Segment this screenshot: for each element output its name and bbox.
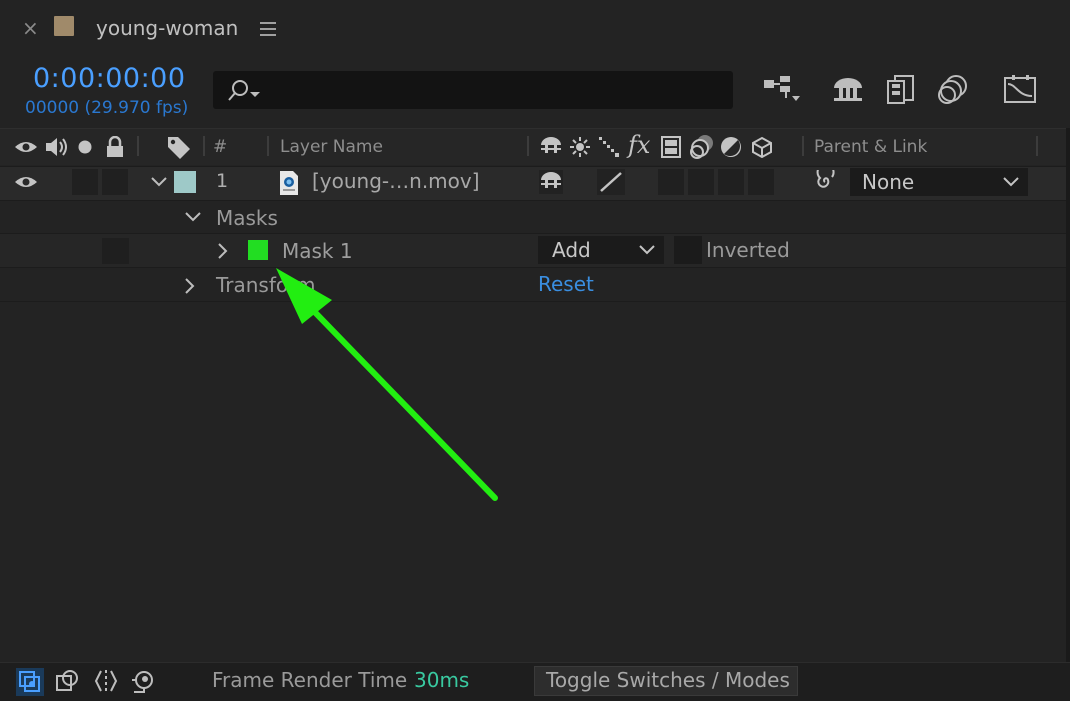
column-separator[interactable] — [1036, 136, 1038, 156]
column-separator[interactable] — [203, 136, 205, 156]
masks-group-label[interactable]: Masks — [216, 206, 278, 230]
header-number[interactable]: # — [213, 137, 227, 157]
chevron-right-icon[interactable] — [184, 277, 196, 295]
toggle-switches-modes-label: Toggle Switches / Modes — [546, 668, 790, 692]
inverted-label: Inverted — [706, 238, 790, 262]
layer-frame-blend-switch[interactable] — [688, 169, 714, 195]
layer-number: 1 — [216, 170, 229, 192]
panel-right-edge — [1066, 128, 1070, 662]
layer-fx-switch[interactable] — [658, 169, 684, 195]
column-separator[interactable] — [527, 136, 529, 156]
row-divider — [0, 301, 1070, 302]
layer-switches-pane-icon[interactable] — [16, 668, 44, 696]
layer-label-color[interactable] — [174, 171, 196, 193]
close-tab-icon[interactable]: × — [22, 17, 39, 39]
mask-lock-switch[interactable] — [102, 238, 129, 264]
current-timecode[interactable]: 0:00:00:00 — [33, 63, 186, 94]
chevron-down-icon[interactable] — [638, 244, 656, 256]
lock-icon[interactable] — [105, 136, 125, 158]
shy-icon[interactable] — [539, 135, 563, 159]
adjustment-layer-icon[interactable] — [720, 136, 742, 158]
3d-layer-cube-icon[interactable] — [751, 136, 773, 158]
mask-row[interactable] — [0, 234, 1070, 267]
layer-motion-blur-switch[interactable] — [718, 169, 744, 195]
quality-icon[interactable] — [598, 136, 622, 158]
audio-speaker-icon[interactable] — [44, 136, 68, 158]
chevron-down-icon[interactable] — [1002, 176, 1020, 188]
layer-3d-switch[interactable] — [748, 169, 774, 195]
frame-render-time-value: 30ms — [414, 668, 470, 692]
layer-lock-switch[interactable] — [102, 169, 128, 195]
chevron-down-icon[interactable] — [184, 211, 202, 223]
in-out-stretch-pane-icon[interactable] — [93, 668, 119, 694]
search-input[interactable] — [213, 71, 733, 109]
solo-dot-icon[interactable] — [78, 140, 92, 154]
layer-solo-switch[interactable] — [72, 169, 98, 195]
comp-flowchart-icon[interactable] — [762, 74, 802, 106]
mask-color-swatch[interactable] — [248, 240, 268, 260]
draft-3d-icon[interactable] — [830, 74, 866, 106]
annotation-arrow — [260, 260, 510, 510]
transfer-controls-pane-icon[interactable] — [55, 668, 81, 694]
comp-tab-title[interactable]: young-woman — [96, 16, 238, 40]
inverted-checkbox[interactable] — [674, 236, 702, 264]
collapse-sun-icon[interactable] — [569, 136, 591, 158]
pick-whip-spiral-icon[interactable] — [812, 170, 838, 194]
column-separator[interactable] — [267, 136, 269, 156]
render-time-pane-icon[interactable] — [130, 668, 158, 694]
motion-blur-column-icon[interactable] — [688, 133, 716, 161]
layer-visibility-eye-icon[interactable] — [14, 174, 38, 190]
hamburger-menu-icon[interactable] — [258, 20, 278, 38]
footage-file-icon — [278, 170, 300, 196]
layer-name[interactable]: [young-…n.mov] — [312, 169, 480, 193]
effects-fx-icon[interactable]: fx — [628, 131, 650, 159]
frame-blend-column-icon[interactable] — [660, 135, 682, 159]
parent-dropdown-value: None — [862, 170, 915, 194]
header-layer-name[interactable]: Layer Name — [280, 137, 383, 157]
layer-shy-switch-icon[interactable] — [539, 170, 563, 194]
video-eye-icon[interactable] — [14, 139, 38, 155]
column-separator[interactable] — [137, 136, 139, 156]
graph-editor-icon[interactable] — [1002, 74, 1038, 106]
comp-color-swatch — [54, 16, 74, 36]
frame-render-time-label: Frame Render Time — [212, 668, 408, 692]
chevron-down-icon[interactable] — [150, 176, 168, 188]
motion-blur-icon[interactable] — [936, 74, 970, 106]
header-parent-link[interactable]: Parent & Link — [814, 137, 927, 157]
column-separator[interactable] — [802, 136, 804, 156]
chevron-right-icon[interactable] — [217, 242, 229, 260]
label-tag-icon[interactable] — [166, 135, 192, 159]
layer-quality-switch-icon[interactable] — [597, 169, 625, 195]
search-icon[interactable] — [226, 78, 266, 104]
reset-link[interactable]: Reset — [538, 272, 594, 296]
mask-mode-value: Add — [552, 238, 591, 262]
frame-blending-icon[interactable] — [885, 74, 917, 106]
row-divider — [0, 267, 1070, 268]
frame-info: 00000 (29.970 fps) — [25, 98, 189, 118]
